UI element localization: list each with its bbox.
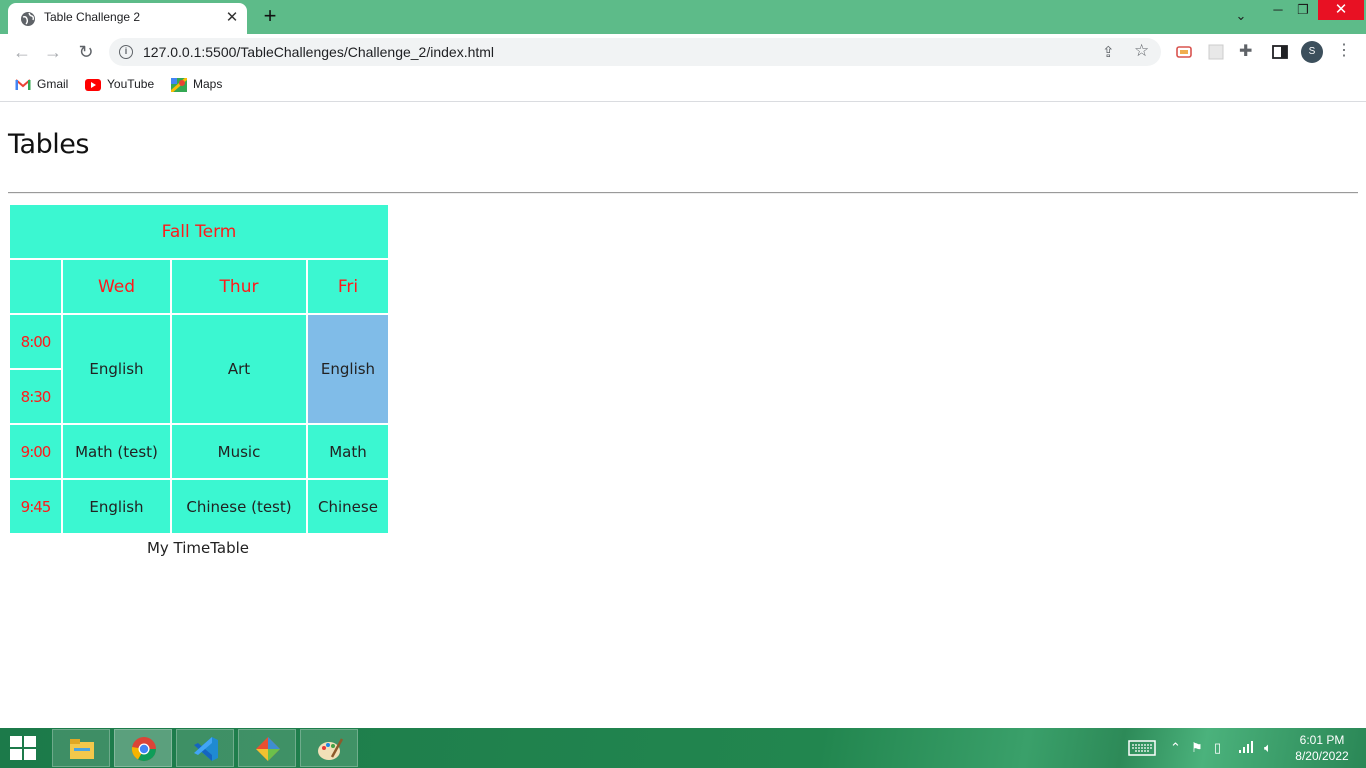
tab-title: Table Challenge 2 (44, 10, 141, 24)
back-button[interactable]: ← (10, 40, 34, 64)
tab-strip: Table Challenge 2 ✕ + ⌄ ─ ❐ ✕ (0, 0, 1366, 34)
volume-icon[interactable]: 🔈︎ (1264, 740, 1272, 756)
new-tab-button[interactable]: + (259, 5, 281, 28)
time-cell: 8:30 (10, 370, 61, 423)
horizontal-rule (8, 192, 1358, 194)
tab-search-icon[interactable]: ⌄ (1230, 6, 1252, 28)
class-cell: English (63, 480, 170, 533)
taskbar-clock[interactable]: 6:01 PM 8/20/2022 (1292, 732, 1352, 764)
day-header: Thur (172, 260, 306, 313)
url-text[interactable]: 127.0.0.1:5500/TableChallenges/Challenge… (143, 44, 494, 60)
day-header: Fri (308, 260, 388, 313)
class-cell: English (63, 315, 170, 423)
class-cell: Chinese (308, 480, 388, 533)
class-cell: Music (172, 425, 306, 478)
timetable: Fall Term Wed Thur Fri 8:00 English Art … (8, 203, 390, 535)
file-explorer-icon[interactable] (52, 729, 110, 767)
bookmarks-bar: Gmail YouTube Maps (0, 70, 1366, 102)
time-cell: 9:00 (10, 425, 61, 478)
keyboard-icon[interactable] (1128, 739, 1156, 760)
class-cell: Math (test) (63, 425, 170, 478)
corner-cell (10, 260, 61, 313)
profile-avatar[interactable]: S (1301, 41, 1323, 63)
bookmark-youtube[interactable]: YouTube (85, 77, 161, 95)
vscode-icon[interactable] (176, 729, 234, 767)
bookmark-gmail[interactable]: Gmail (15, 77, 75, 95)
youtube-icon (85, 79, 101, 91)
kebab-menu-icon[interactable]: ⋮ (1336, 40, 1352, 60)
battery-icon[interactable]: ▯ (1214, 740, 1221, 756)
chevron-up-icon[interactable]: ⌃ (1170, 740, 1181, 756)
time-cell: 8:00 (10, 315, 61, 368)
clock-date: 8/20/2022 (1295, 749, 1349, 763)
cast-icon[interactable] (1175, 43, 1193, 61)
browser-toolbar: ← → ↻ i 127.0.0.1:5500/TableChallenges/C… (0, 34, 1366, 70)
minimize-button[interactable]: ─ (1270, 0, 1286, 22)
extensions-puzzle-icon[interactable]: ✚ (1239, 41, 1257, 60)
git-app-icon[interactable] (238, 729, 296, 767)
share-icon[interactable]: ⇪ (1102, 43, 1115, 61)
close-window-button[interactable]: ✕ (1318, 0, 1364, 20)
clock-time: 6:01 PM (1299, 733, 1345, 747)
bookmark-star-icon[interactable]: ☆ (1134, 41, 1149, 61)
class-cell: Math (308, 425, 388, 478)
restore-button[interactable]: ❐ (1295, 0, 1311, 22)
flag-icon[interactable]: ⚑ (1191, 740, 1203, 756)
page-title: Tables (8, 129, 89, 160)
page-content: Tables Fall Term Wed Thur Fri 8:00 Engli… (0, 103, 1366, 728)
globe-icon (21, 12, 35, 26)
extension-icon[interactable] (1207, 43, 1225, 61)
windows-start-icon[interactable] (10, 736, 38, 762)
reload-button[interactable]: ↻ (74, 40, 98, 64)
browser-tab[interactable]: Table Challenge 2 ✕ (8, 3, 247, 34)
gmail-icon (15, 79, 31, 90)
class-cell-highlight: English (308, 315, 388, 423)
side-panel-icon[interactable] (1271, 43, 1289, 61)
chrome-icon[interactable] (114, 729, 172, 767)
day-header: Wed (63, 260, 170, 313)
time-cell: 9:45 (10, 480, 61, 533)
paint-icon[interactable] (300, 729, 358, 767)
address-bar[interactable]: i 127.0.0.1:5500/TableChallenges/Challen… (109, 38, 1161, 66)
windows-taskbar: ⌃ ⚑ ▯ 🔈︎ 6:01 PM 8/20/2022 (0, 728, 1366, 768)
class-cell: Art (172, 315, 306, 423)
maps-icon (171, 78, 187, 92)
term-header: Fall Term (10, 205, 388, 258)
bookmark-maps[interactable]: Maps (171, 77, 231, 95)
close-tab-icon[interactable]: ✕ (223, 9, 241, 27)
table-caption: My TimeTable (146, 539, 250, 557)
network-icon[interactable] (1238, 740, 1254, 757)
class-cell: Chinese (test) (172, 480, 306, 533)
site-info-icon[interactable]: i (119, 45, 133, 59)
forward-button[interactable]: → (41, 40, 65, 64)
